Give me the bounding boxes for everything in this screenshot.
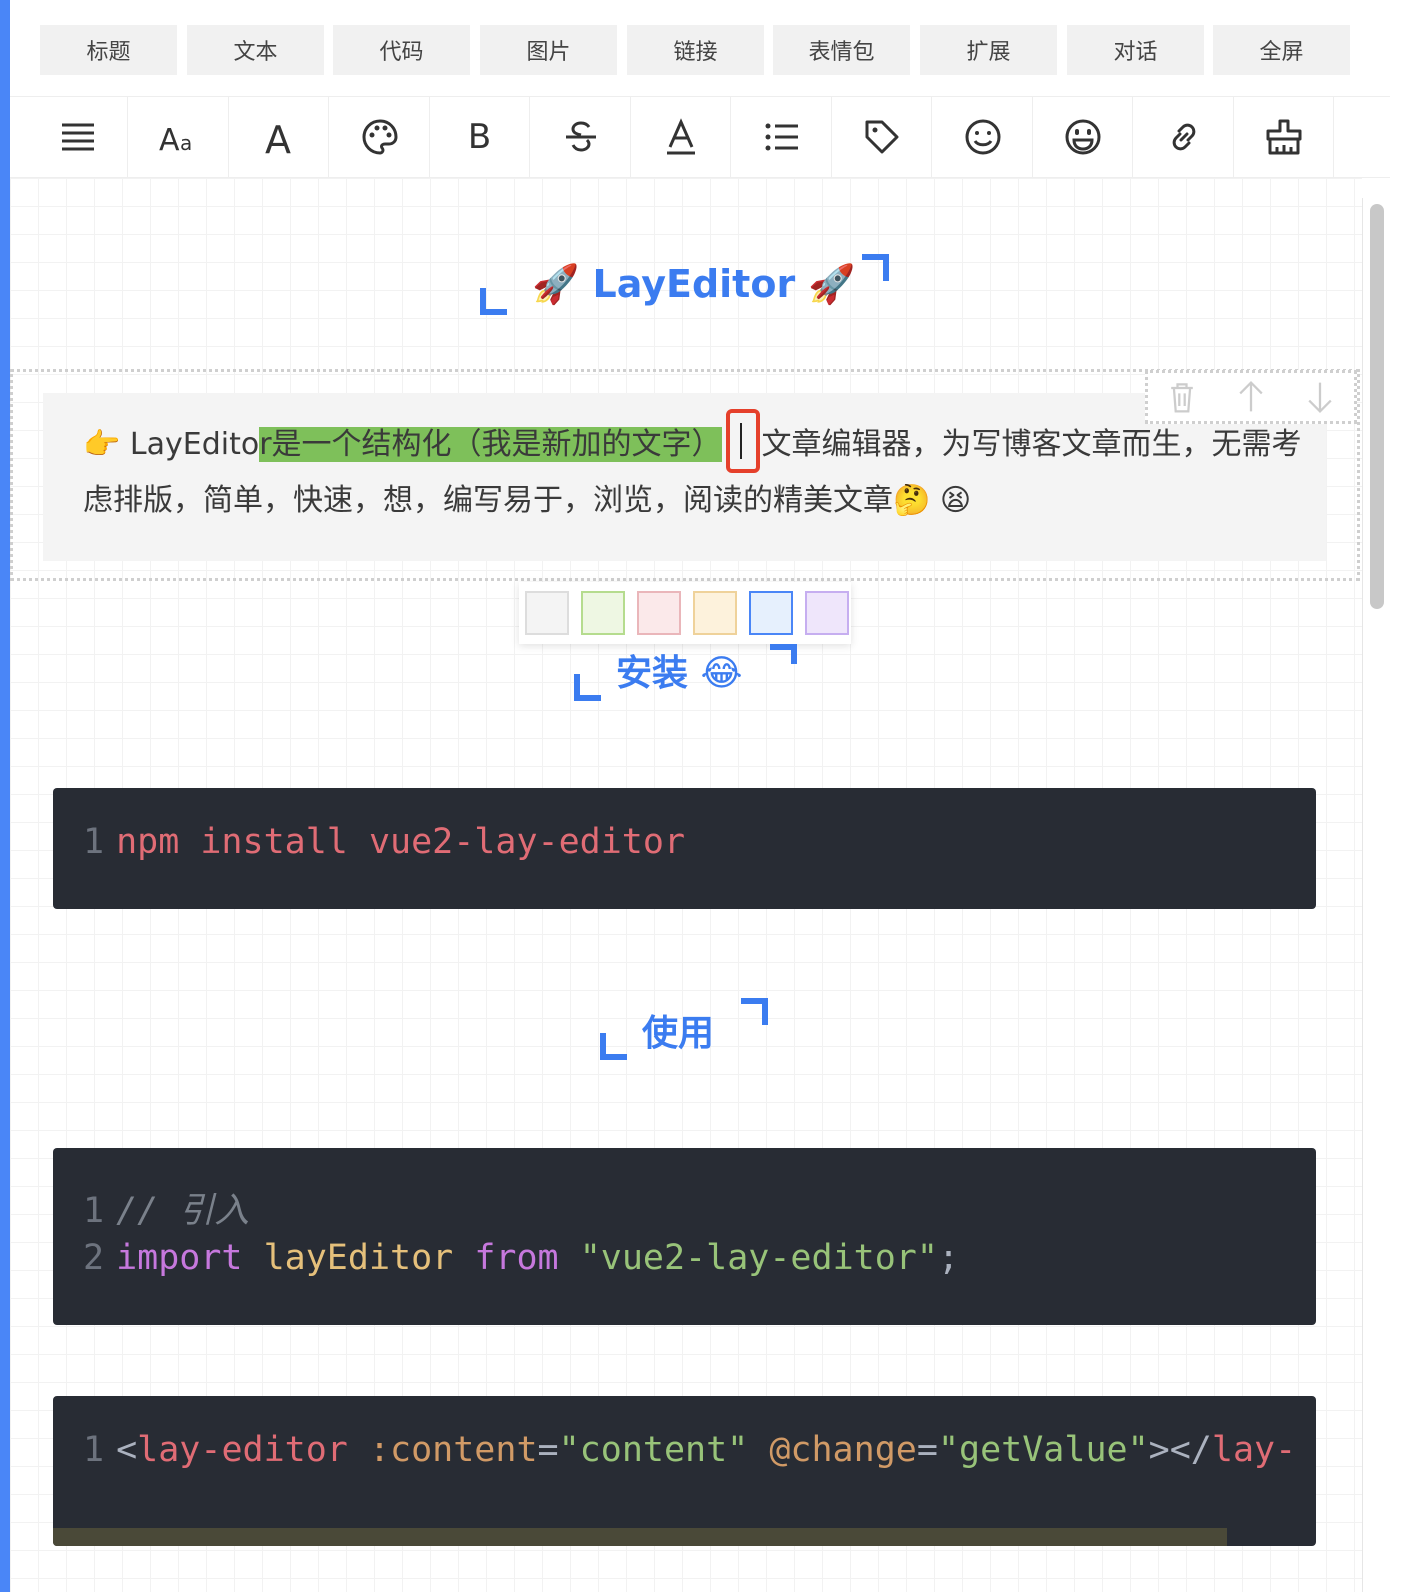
insert-menu: 标题 文本 代码 图片 链接 表情包 扩展 对话 全屏 bbox=[10, 0, 1390, 96]
text-caret bbox=[725, 408, 760, 473]
swatch-red[interactable] bbox=[637, 591, 681, 635]
code-block-component[interactable]: 1 <lay-editor :content="content" @change=… bbox=[53, 1396, 1316, 1546]
left-accent-bar bbox=[0, 0, 10, 1592]
code-horizontal-scrollbar[interactable] bbox=[53, 1528, 1227, 1546]
highlighted-text: r是一个结构化（我是新加的文字） bbox=[259, 427, 722, 462]
font-size-icon: Aa bbox=[159, 123, 192, 157]
link-tool[interactable] bbox=[1134, 97, 1234, 177]
smile-tool[interactable] bbox=[933, 97, 1033, 177]
code-close: ></ bbox=[1148, 1430, 1212, 1470]
svg-text:A: A bbox=[159, 123, 180, 157]
swatch-purple[interactable] bbox=[805, 591, 849, 635]
bold-icon: B bbox=[467, 117, 492, 157]
scrollbar-thumb[interactable] bbox=[1370, 204, 1384, 609]
tag-icon bbox=[865, 120, 898, 154]
block-color-picker bbox=[519, 582, 851, 644]
block-actions bbox=[1145, 370, 1357, 424]
menu-heading-button[interactable]: 标题 bbox=[40, 25, 177, 75]
swatch-gray[interactable] bbox=[525, 591, 569, 635]
font-tool[interactable]: A bbox=[229, 97, 329, 177]
move-down-button[interactable] bbox=[1300, 377, 1340, 417]
usage-corner-bl bbox=[600, 1033, 627, 1060]
code-attr-content: :content bbox=[368, 1430, 538, 1470]
usage-corner-tr bbox=[741, 998, 768, 1025]
code-attr-change: @change bbox=[769, 1430, 917, 1470]
arrow-down-icon bbox=[1308, 382, 1332, 413]
menu-image-button[interactable]: 图片 bbox=[480, 25, 617, 75]
font-size-tool[interactable]: Aa bbox=[129, 97, 229, 177]
palette-icon bbox=[362, 119, 398, 155]
code-text: npm install vue2-lay-editor bbox=[116, 822, 686, 862]
clear-format-tool[interactable] bbox=[1234, 97, 1334, 177]
move-up-button[interactable] bbox=[1231, 377, 1271, 417]
line-number: 2 bbox=[83, 1238, 105, 1278]
trash-icon bbox=[1171, 383, 1194, 413]
font-icon: A bbox=[265, 118, 291, 157]
paragraph-icon bbox=[61, 123, 94, 151]
swatch-yellow[interactable] bbox=[693, 591, 737, 635]
strikethrough-icon bbox=[565, 121, 596, 152]
strikethrough-tool[interactable] bbox=[531, 97, 631, 177]
code-eq: = bbox=[537, 1430, 559, 1470]
swatch-blue[interactable] bbox=[749, 591, 793, 635]
install-corner-bl bbox=[574, 674, 601, 701]
format-toolbar: Aa A B bbox=[10, 96, 1390, 178]
editor-canvas[interactable]: 🚀 LayEditor 🚀 👉 LayEditor是一个结构化（我是新加的文字）… bbox=[10, 178, 1362, 1592]
install-heading[interactable]: 安装 😂 bbox=[616, 642, 743, 698]
line-number: 1 bbox=[83, 1430, 105, 1470]
paragraph-block[interactable]: 👉 LayEditor是一个结构化（我是新加的文字） 文章编辑器，为写博客文章而生… bbox=[43, 393, 1326, 561]
code-lt: < bbox=[116, 1430, 138, 1470]
code-comment: // 引入 bbox=[116, 1191, 250, 1231]
tag-tool[interactable] bbox=[832, 97, 932, 177]
bold-tool[interactable]: B bbox=[430, 97, 530, 177]
code-block-import[interactable]: 1 // 引入 2 import layEditor from "vue2-lay-… bbox=[53, 1148, 1316, 1325]
heading-corner-tr bbox=[862, 254, 889, 281]
line-number: 1 bbox=[83, 1191, 105, 1231]
code-semicolon: ; bbox=[937, 1238, 960, 1278]
code-string: "vue2-lay-editor" bbox=[579, 1238, 938, 1278]
code-identifier: layEditor bbox=[263, 1238, 454, 1278]
list-icon bbox=[765, 123, 798, 151]
code-tag: lay-editor bbox=[137, 1430, 348, 1470]
install-corner-tr bbox=[770, 644, 797, 664]
link-icon bbox=[1172, 123, 1195, 151]
color-tool[interactable] bbox=[330, 97, 430, 177]
clear-format-icon bbox=[1266, 119, 1301, 155]
menu-dialog-button[interactable]: 对话 bbox=[1067, 25, 1204, 75]
svg-text:a: a bbox=[180, 131, 192, 155]
arrow-up-icon bbox=[1239, 381, 1263, 412]
code-val-content: "content" bbox=[558, 1430, 749, 1470]
paragraph-tool[interactable] bbox=[28, 97, 128, 177]
code-keyword-import: import bbox=[116, 1238, 243, 1278]
menu-extend-button[interactable]: 扩展 bbox=[920, 25, 1057, 75]
smile-icon bbox=[965, 119, 1000, 155]
usage-heading[interactable]: 使用 bbox=[642, 1002, 714, 1058]
swatch-green[interactable] bbox=[581, 591, 625, 635]
list-tool[interactable] bbox=[732, 97, 832, 177]
emoji-tool[interactable] bbox=[1033, 97, 1133, 177]
paragraph-text[interactable]: 👉 LayEditor是一个结构化（我是新加的文字） 文章编辑器，为写博客文章而生… bbox=[83, 408, 1303, 528]
menu-link-button[interactable]: 链接 bbox=[627, 25, 764, 75]
menu-sticker-button[interactable]: 表情包 bbox=[773, 25, 910, 75]
code-val-getvalue: "getValue" bbox=[937, 1430, 1149, 1470]
delete-block-button[interactable] bbox=[1162, 377, 1202, 417]
code-eq: = bbox=[916, 1430, 938, 1470]
editor-scrollbar[interactable] bbox=[1362, 198, 1390, 1592]
menu-text-button[interactable]: 文本 bbox=[187, 25, 324, 75]
svg-text:A: A bbox=[265, 118, 291, 157]
heading-corner-bl bbox=[480, 288, 507, 315]
underline-icon bbox=[666, 118, 695, 155]
emoji-icon bbox=[1065, 119, 1100, 155]
code-keyword-from: from bbox=[474, 1238, 559, 1278]
paragraph-prefix: 👉 LayEdito bbox=[83, 427, 260, 462]
menu-fullscreen-button[interactable]: 全屏 bbox=[1213, 25, 1350, 75]
title-heading[interactable]: 🚀 LayEditor 🚀 bbox=[532, 256, 856, 312]
line-number: 1 bbox=[83, 822, 105, 862]
menu-code-button[interactable]: 代码 bbox=[333, 25, 470, 75]
code-tag-end: lay- bbox=[1211, 1430, 1297, 1470]
code-block-install[interactable]: 1 npm install vue2-lay-editor bbox=[53, 788, 1316, 909]
underline-tool[interactable] bbox=[631, 97, 731, 177]
